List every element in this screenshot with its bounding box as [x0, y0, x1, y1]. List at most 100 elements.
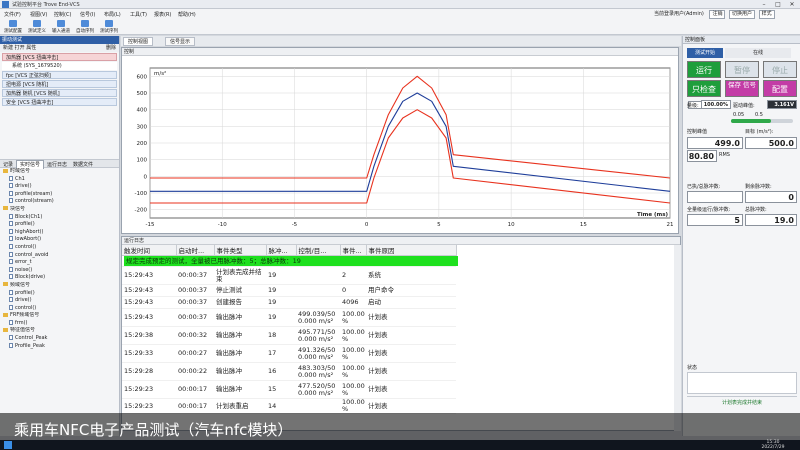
pause-button[interactable]: 暂停	[725, 61, 759, 78]
tree-item[interactable]: Profile_Peak	[0, 342, 119, 351]
tree-item[interactable]: Control_Peak	[0, 335, 119, 343]
props-button[interactable]: 属性	[26, 45, 36, 51]
log-cell-time: 15:29:28	[122, 362, 176, 381]
tree-item[interactable]: Ch1	[0, 175, 119, 184]
test-config-button[interactable]: 测试配置	[2, 20, 24, 34]
menu-tools[interactable]: 工具(T)	[130, 11, 147, 18]
tree-item[interactable]: drive()	[0, 183, 119, 191]
controller-item[interactable]: 扭电源 [VCS 随机]	[2, 80, 117, 88]
log-column-header[interactable]: 控制/目...	[296, 245, 341, 256]
tree-item[interactable]: 特征值信号	[0, 327, 119, 335]
maximize-icon[interactable]: □	[772, 0, 784, 9]
log-row[interactable]: 15:29:23 00:00:17 计划表重启 14 100.00 % 计划表	[122, 398, 456, 414]
tree-item[interactable]: error_t	[0, 259, 119, 267]
log-row[interactable]: 15:29:28 00:00:22 输出脉冲 16 483.303/50 0.000 m…	[122, 362, 456, 381]
run-button[interactable]: 运行	[687, 61, 721, 78]
tree-item[interactable]: profile()	[0, 289, 119, 298]
log-row[interactable]: 15:29:38 00:00:32 输出脉冲 18 495.771/50 0.000 m…	[122, 326, 456, 345]
tree-item[interactable]: control(stream)	[0, 198, 119, 206]
start-icon[interactable]	[4, 441, 12, 449]
tree-item[interactable]: highAbort()	[0, 228, 119, 237]
log-row[interactable]: 15:29:43 00:00:37 计划表完成并结束 19 2 系统	[122, 266, 456, 285]
save-signal-button[interactable]: 保存 信号	[725, 80, 759, 97]
menu-report[interactable]: 报表(R)	[154, 11, 171, 18]
log-column-header[interactable]: 事件类型	[214, 245, 267, 256]
log-cell-ctrl: 483.303/50 0.000 m/s²	[296, 362, 340, 381]
tree-item[interactable]: 块信号	[0, 206, 119, 214]
check-only-button[interactable]: 只检查	[687, 80, 721, 97]
log-tab[interactable]: 运行日志	[122, 237, 680, 245]
menu-view[interactable]: 视图(V)	[30, 11, 47, 18]
minimize-icon[interactable]: –	[758, 0, 770, 9]
auto-sequence-button[interactable]: 自动序列	[74, 20, 96, 34]
log-row[interactable]: 15:29:23 00:00:17 输出脉冲 15 477.520/50 0.000 m…	[122, 380, 456, 399]
tree-item[interactable]: control_avoid	[0, 251, 119, 260]
style-button[interactable]: 样式	[758, 10, 775, 19]
tree-item[interactable]: noise()	[0, 266, 119, 275]
log-cell-event: 100.00 %	[340, 398, 366, 414]
tree-item[interactable]: 时域信号	[0, 168, 119, 176]
controller-item[interactable]: fpc [VCS 正弦扫频]	[2, 71, 117, 79]
log-column-header[interactable]: 事件原因	[366, 245, 457, 256]
tab-data-file[interactable]: 数据文件	[70, 161, 96, 169]
tree-item[interactable]: control()	[0, 243, 119, 252]
logout-button[interactable]: 注销	[709, 10, 726, 19]
tree-item[interactable]: lowAbort()	[0, 236, 119, 244]
level-field[interactable]: 100.00%	[701, 100, 731, 109]
log-row[interactable]: 15:29:33 00:00:27 输出脉冲 17 491.326/50 0.000 m…	[122, 344, 456, 363]
tab-run-log[interactable]: 运行日志	[44, 161, 70, 169]
log-row[interactable]: 15:29:43 00:00:37 创建报告 19 4096 启动	[122, 296, 456, 309]
tree-item[interactable]: 频域信号	[0, 282, 119, 290]
tree-item[interactable]: profile(stream)	[0, 190, 119, 199]
log-cell-type: 输出脉冲	[214, 344, 266, 363]
controller-item[interactable]: 系统 (SYS_1679520)	[2, 62, 117, 70]
tab-signal-display[interactable]: 信号显示	[165, 37, 196, 46]
drive-slider[interactable]	[731, 119, 793, 123]
log-cell-time: 15:29:38	[122, 326, 176, 345]
x-tick-label: 0	[365, 222, 369, 228]
test-sequence-button[interactable]: 测试序列	[98, 20, 120, 34]
signal-icon	[9, 251, 13, 257]
menu-layout[interactable]: 布局(L)	[104, 11, 121, 18]
test-start-tab[interactable]: 测试开始	[687, 48, 723, 58]
tree-item[interactable]: drive()	[0, 297, 119, 305]
drive-slider-fill	[731, 119, 771, 123]
log-column-header[interactable]: 启动时...	[176, 245, 215, 256]
controller-item[interactable]: 安全 [VCS 扭曲冲击]	[2, 98, 117, 106]
log-cell-elapsed: 00:00:32	[176, 326, 214, 345]
tree-item[interactable]: frm()	[0, 319, 119, 328]
y-tick-label: 600	[137, 74, 148, 80]
log-cell-event: 2	[340, 266, 366, 285]
menu-file[interactable]: 文件(F)	[4, 11, 21, 18]
tree-item[interactable]: profile()	[0, 221, 119, 229]
input-channel-button[interactable]: 输入通道	[50, 20, 72, 34]
test-define-button[interactable]: 测试定义	[26, 20, 48, 34]
controller-item[interactable]: 加热器 随机 [VCS 随机]	[2, 89, 117, 97]
menu-help[interactable]: 帮助(H)	[178, 11, 196, 18]
stop-button[interactable]: 停止	[763, 61, 797, 78]
open-button[interactable]: 打开	[15, 45, 25, 51]
close-icon[interactable]: ✕	[786, 0, 798, 9]
log-row[interactable]: 15:29:43 00:00:37 输出脉冲 19 499.039/50 0.000 m…	[122, 308, 456, 327]
log-cell-pulse: 19	[266, 296, 296, 309]
new-button[interactable]: 新建	[3, 45, 13, 51]
config-button[interactable]: 配置	[763, 80, 797, 97]
tree-item[interactable]: control()	[0, 304, 119, 313]
signal-tree: 时域信号 Ch1 drive() profile(stream) control(str…	[0, 168, 119, 350]
controller-item[interactable]: 加热器 [VCS 扭曲冲击]	[2, 53, 117, 61]
menu-control[interactable]: 控制(C)	[54, 11, 71, 18]
log-column-header[interactable]: 事件...	[340, 245, 367, 256]
tree-item[interactable]: Block(Ch1)	[0, 213, 119, 222]
log-column-header[interactable]: 触发时间	[122, 245, 177, 256]
tree-item[interactable]: FRF频域信号	[0, 312, 119, 320]
tree-item[interactable]: Block(drive)	[0, 274, 119, 282]
menu-signal[interactable]: 信号(I)	[80, 11, 95, 18]
tab-control-view[interactable]: 控制视图	[123, 37, 154, 46]
switch-user-button[interactable]: 切换用户	[729, 10, 756, 19]
log-row[interactable]: 15:29:43 00:00:37 停止测试 19 0 用户命令	[122, 284, 456, 297]
online-tab[interactable]: 在线	[725, 48, 791, 58]
taskbar-clock[interactable]: 15:30 2022/7/29	[755, 440, 791, 450]
log-column-header[interactable]: 脉冲...	[266, 245, 297, 256]
log-scrollbar[interactable]	[674, 245, 681, 431]
delete-button[interactable]: 删除	[106, 44, 116, 52]
